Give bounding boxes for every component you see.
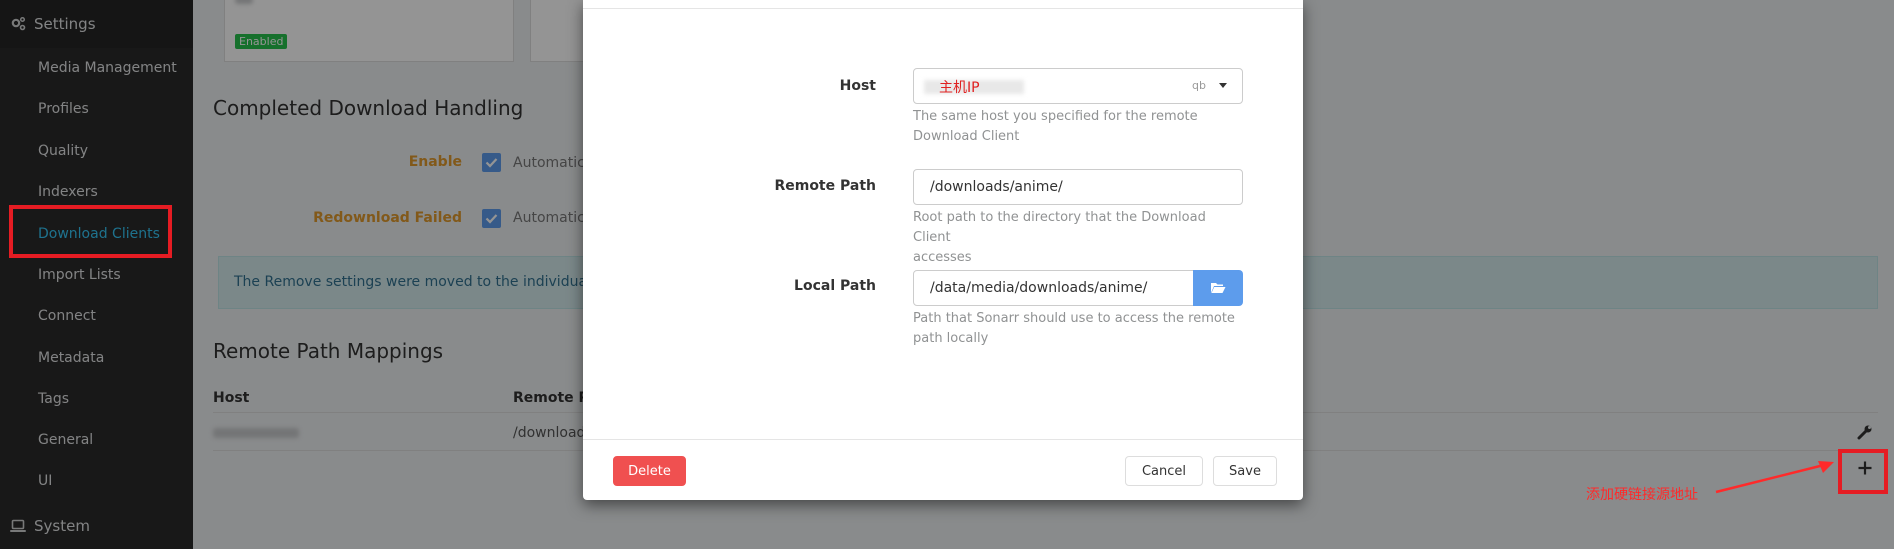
annotation-text: 添加硬链接源地址: [1586, 487, 1698, 503]
highlight-box-download-clients: [9, 205, 172, 258]
remote-path-input[interactable]: /downloads/anime/: [913, 169, 1243, 205]
modal-header-divider: [583, 8, 1303, 9]
save-button[interactable]: Save: [1213, 456, 1277, 486]
local-path-label: Local Path: [794, 278, 876, 294]
host-value: 主机IP: [939, 80, 980, 96]
host-select[interactable]: 主机IP qb: [913, 68, 1243, 104]
edit-remote-path-mapping-modal: Host 主机IP qb The same host you specified…: [583, 0, 1303, 500]
host-help-line-1: The same host you specified for the remo…: [913, 109, 1198, 124]
host-label: Host: [839, 78, 876, 94]
local-path-help-line-2: path locally: [913, 331, 989, 346]
remote-path-label: Remote Path: [774, 178, 876, 194]
remote-path-help-line-2: accesses: [913, 250, 972, 265]
folder-open-icon: [1210, 279, 1226, 298]
highlight-box-add-button: [1838, 449, 1888, 494]
local-path-input[interactable]: /data/media/downloads/anime/: [913, 270, 1195, 306]
local-path-help-line-1: Path that Sonarr should use to access th…: [913, 311, 1235, 326]
local-path-help: Path that Sonarr should use to access th…: [913, 309, 1243, 349]
local-path-value: /data/media/downloads/anime/: [930, 280, 1148, 296]
remote-path-value: /downloads/anime/: [930, 179, 1063, 195]
cancel-button[interactable]: Cancel: [1125, 456, 1203, 486]
modal-footer-divider: [583, 439, 1303, 440]
delete-button[interactable]: Delete: [613, 456, 686, 486]
browse-folder-button[interactable]: [1193, 270, 1243, 306]
remote-path-help: Root path to the directory that the Down…: [913, 208, 1243, 268]
caret-down-icon: [1217, 79, 1229, 95]
host-suffix: qb: [1192, 79, 1206, 92]
host-help: The same host you specified for the remo…: [913, 107, 1243, 147]
annotation-arrow-icon: [1715, 461, 1834, 494]
remote-path-help-line-1: Root path to the directory that the Down…: [913, 210, 1206, 245]
host-help-line-2: Download Client: [913, 129, 1020, 144]
